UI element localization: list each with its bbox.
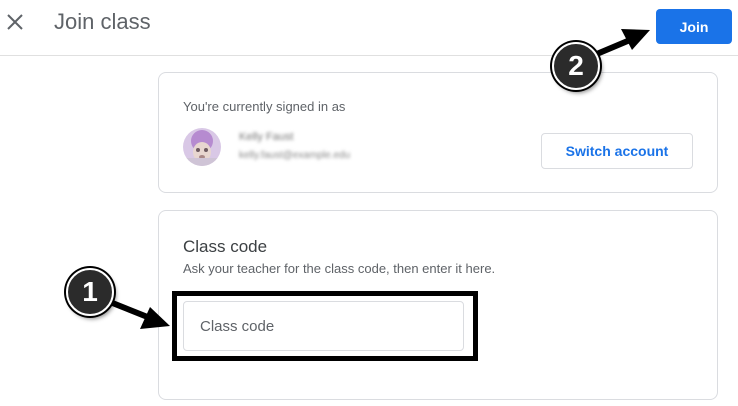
- account-name: Kelly Faust: [239, 131, 294, 143]
- avatar-image: [183, 128, 221, 166]
- class-code-input[interactable]: [183, 301, 464, 351]
- account-card: You're currently signed in as Kelly Faus…: [158, 72, 718, 193]
- switch-account-button[interactable]: Switch account: [541, 133, 693, 169]
- class-code-card: Class code Ask your teacher for the clas…: [158, 210, 718, 400]
- signed-in-label: You're currently signed in as: [183, 99, 346, 114]
- class-code-help-text: Ask your teacher for the class code, the…: [183, 261, 496, 276]
- join-class-dialog: Join class Join You're currently signed …: [0, 0, 738, 406]
- close-icon: [7, 14, 23, 30]
- dialog-title: Join class: [54, 9, 151, 34]
- step-marker-2: 2: [552, 42, 600, 90]
- join-button[interactable]: Join: [656, 9, 732, 44]
- account-email: kelly.faust@example.edu: [239, 150, 351, 161]
- dialog-header: Join class Join: [0, 0, 738, 56]
- user-avatar: [183, 128, 221, 166]
- class-code-title: Class code: [183, 237, 268, 256]
- close-button[interactable]: [4, 11, 26, 33]
- step-marker-1: 1: [66, 268, 114, 316]
